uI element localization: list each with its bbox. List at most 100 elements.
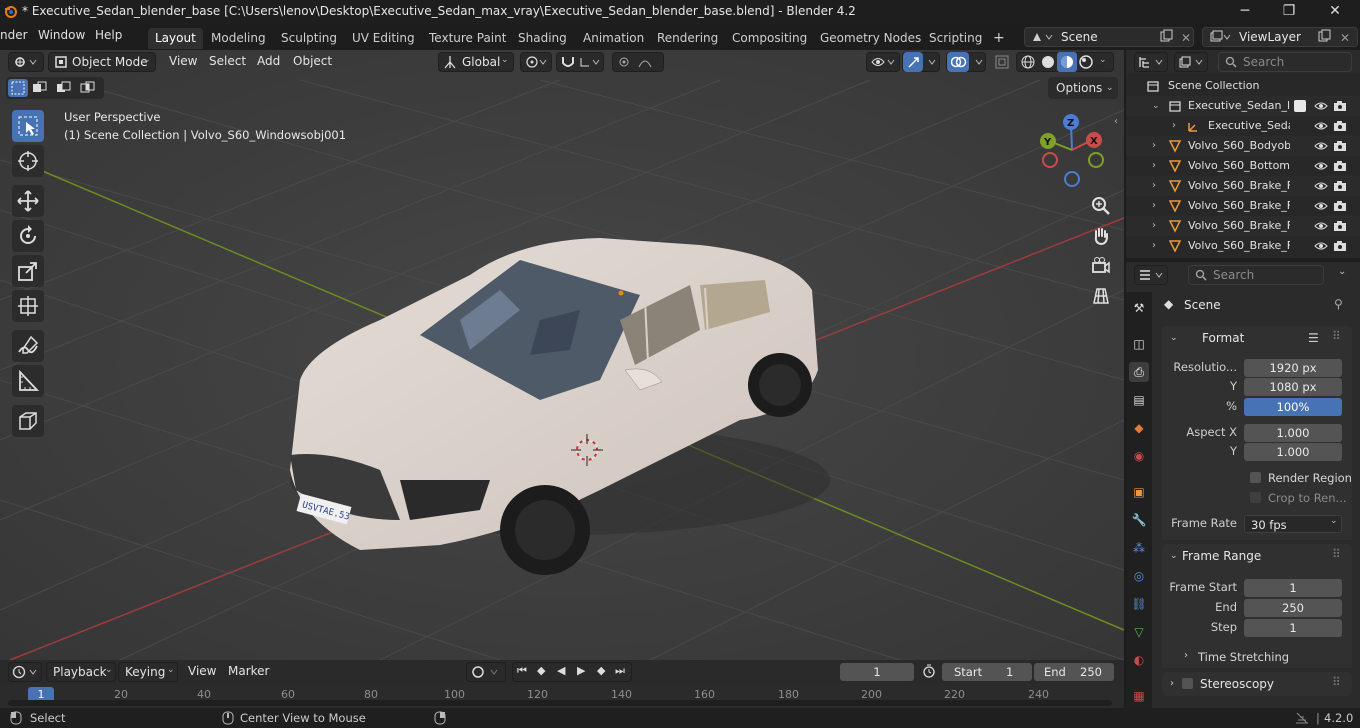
outliner-row-mesh[interactable]: › Volvo_S60_Brake_F xyxy=(1126,196,1360,216)
tab-shading[interactable]: Shading xyxy=(511,28,574,49)
transform-orientation-selector[interactable]: Global ⌄ xyxy=(438,52,514,72)
solid-shading-icon[interactable] xyxy=(1041,55,1055,72)
editor-type-button[interactable] xyxy=(8,52,44,72)
presets-list-icon[interactable]: ☰ xyxy=(1308,326,1319,350)
frame-range-panel-header[interactable]: ⌄ Frame Range ⠿ xyxy=(1162,544,1352,568)
outliner-row-mesh[interactable]: › Volvo_S60_Bodyob xyxy=(1126,136,1360,156)
tab-animation[interactable]: Animation xyxy=(576,28,651,49)
gizmo-neg-z[interactable] xyxy=(1064,171,1080,187)
visibility-button[interactable] xyxy=(866,52,900,72)
texture-tab-icon[interactable]: ▦ xyxy=(1129,686,1149,706)
eye-icon[interactable] xyxy=(1314,239,1328,256)
output-tab-icon[interactable]: ⎙ xyxy=(1129,362,1149,382)
menu-render[interactable]: nder xyxy=(0,28,28,42)
select-subtract-icon[interactable] xyxy=(54,79,74,100)
properties-search-field[interactable]: Search xyxy=(1188,265,1324,285)
outliner-search-field[interactable]: Search xyxy=(1218,52,1352,72)
time-stretching-subpanel[interactable]: Time Stretching xyxy=(1198,650,1289,664)
jump-keyframe-back-icon[interactable]: ◆ xyxy=(537,664,545,677)
outliner-row-scene-collection[interactable]: Scene Collection xyxy=(1126,76,1360,96)
maximize-button[interactable]: ❐ xyxy=(1266,0,1312,24)
rendered-shading-icon[interactable] xyxy=(1079,55,1093,72)
eye-icon[interactable] xyxy=(1314,159,1328,176)
mode-selector[interactable]: Object Mode ⌄ xyxy=(48,52,156,72)
camera-view-button[interactable] xyxy=(1088,253,1114,279)
eye-icon[interactable] xyxy=(1314,179,1328,196)
gizmo-neg-x[interactable] xyxy=(1042,152,1058,168)
eye-icon[interactable] xyxy=(1314,119,1328,136)
tab-texture-paint[interactable]: Texture Paint xyxy=(422,28,513,49)
render-camera-icon[interactable] xyxy=(1333,139,1347,156)
new-view-layer-icon[interactable] xyxy=(1317,29,1331,48)
tab-layout[interactable]: Layout xyxy=(148,28,203,49)
select-new-button[interactable] xyxy=(8,79,28,97)
world-tab-icon[interactable]: ◉ xyxy=(1129,446,1149,466)
add-workspace-button[interactable]: + xyxy=(986,28,1012,49)
frame-start-field[interactable]: 1 xyxy=(1244,579,1342,597)
tab-geometry-nodes[interactable]: Geometry Nodes xyxy=(813,28,928,49)
render-camera-icon[interactable] xyxy=(1333,199,1347,216)
play-reverse-icon[interactable]: ◀ xyxy=(557,664,565,677)
timeline-menu-view[interactable]: View xyxy=(188,664,216,678)
properties-editor-type[interactable] xyxy=(1134,265,1168,285)
chevron-down-icon[interactable]: ⌄ xyxy=(1338,266,1346,277)
crop-checkbox[interactable] xyxy=(1250,492,1261,503)
select-extend-icon[interactable] xyxy=(30,79,50,100)
outliner-editor-type[interactable] xyxy=(1134,52,1168,72)
current-frame-field[interactable]: 1 xyxy=(840,663,914,681)
transform-tool[interactable] xyxy=(12,290,44,322)
wireframe-shading-icon[interactable] xyxy=(1021,55,1035,72)
options-dropdown[interactable]: Options ⌄ xyxy=(1048,77,1118,99)
chevron-down-icon[interactable]: ⌄ xyxy=(1099,55,1107,65)
scale-tool[interactable] xyxy=(12,255,44,287)
tab-compositing[interactable]: Compositing xyxy=(725,28,814,49)
outliner-row-collection[interactable]: ⌄ Executive_Sedan_la xyxy=(1126,96,1360,116)
expand-down-icon[interactable]: ⌄ xyxy=(1152,96,1160,116)
drag-handle-icon[interactable]: ⠿ xyxy=(1332,670,1341,694)
render-tab-icon[interactable]: ◫ xyxy=(1129,334,1149,354)
resolution-y-field[interactable]: 1080 px xyxy=(1244,378,1342,396)
menu-object[interactable]: Object xyxy=(293,54,332,68)
pan-button[interactable] xyxy=(1088,223,1114,249)
minimize-button[interactable]: ─ xyxy=(1222,0,1268,24)
stopwatch-icon[interactable] xyxy=(922,664,936,681)
exclude-checkbox[interactable] xyxy=(1294,100,1306,112)
menu-window[interactable]: Window xyxy=(38,28,85,42)
eye-icon[interactable] xyxy=(1314,139,1328,156)
gizmo-neg-y[interactable] xyxy=(1088,152,1104,168)
navigation-gizmo[interactable]: Z X Y xyxy=(1036,112,1112,188)
playback-menu[interactable]: Playback ⌄ xyxy=(46,662,116,682)
frame-end-field[interactable]: 250 xyxy=(1244,599,1342,617)
menu-select[interactable]: Select xyxy=(209,54,246,68)
pin-icon[interactable]: ⚲ xyxy=(1334,297,1343,311)
play-icon[interactable]: ▶ xyxy=(577,664,585,677)
keying-menu[interactable]: Keying ⌄ xyxy=(118,662,178,682)
timeline-ruler[interactable]: 1 20 40 60 80 100 120 140 160 180 200 22… xyxy=(0,684,1124,708)
expand-right-icon[interactable]: › xyxy=(1172,116,1176,136)
modifier-wrench-icon[interactable]: 🔧 xyxy=(1129,510,1149,530)
jump-to-end-icon[interactable]: ⏭ xyxy=(615,664,625,678)
view-layer-selector[interactable]: ViewLayer ✕ xyxy=(1202,27,1358,47)
outliner-row-mesh[interactable]: › Volvo_S60_Brake_F xyxy=(1126,236,1360,256)
tool-tab-icon[interactable]: ⚒ xyxy=(1129,298,1149,318)
expand-right-icon[interactable]: › xyxy=(1152,136,1156,156)
outliner-row-empty[interactable]: › Executive_Seda xyxy=(1126,116,1360,136)
particles-tab-icon[interactable]: ⁂ xyxy=(1129,538,1149,558)
new-scene-icon[interactable] xyxy=(1159,29,1173,48)
toggle-ortho-button[interactable] xyxy=(1088,283,1114,309)
material-preview-shading-icon[interactable] xyxy=(1060,55,1074,72)
expand-right-icon[interactable]: › xyxy=(1184,650,1188,661)
constraints-tab-icon[interactable]: ⛓ xyxy=(1129,594,1149,614)
select-invert-icon[interactable] xyxy=(78,79,98,100)
expand-right-icon[interactable]: › xyxy=(1152,156,1156,176)
tab-uv-editing[interactable]: UV Editing xyxy=(345,28,422,49)
stereoscopy-panel-header[interactable]: › Stereoscopy ⠿ xyxy=(1162,672,1352,696)
render-camera-icon[interactable] xyxy=(1333,159,1347,176)
auto-keying-toggle[interactable] xyxy=(466,662,506,682)
timeline-menu-marker[interactable]: Marker xyxy=(228,664,269,678)
menu-view[interactable]: View xyxy=(169,54,197,68)
timeline-scrollbar[interactable] xyxy=(8,700,1112,706)
select-box-tool[interactable] xyxy=(12,110,44,142)
xray-icon[interactable] xyxy=(995,55,1009,72)
scene-selector[interactable]: Scene ✕ xyxy=(1024,27,1194,47)
